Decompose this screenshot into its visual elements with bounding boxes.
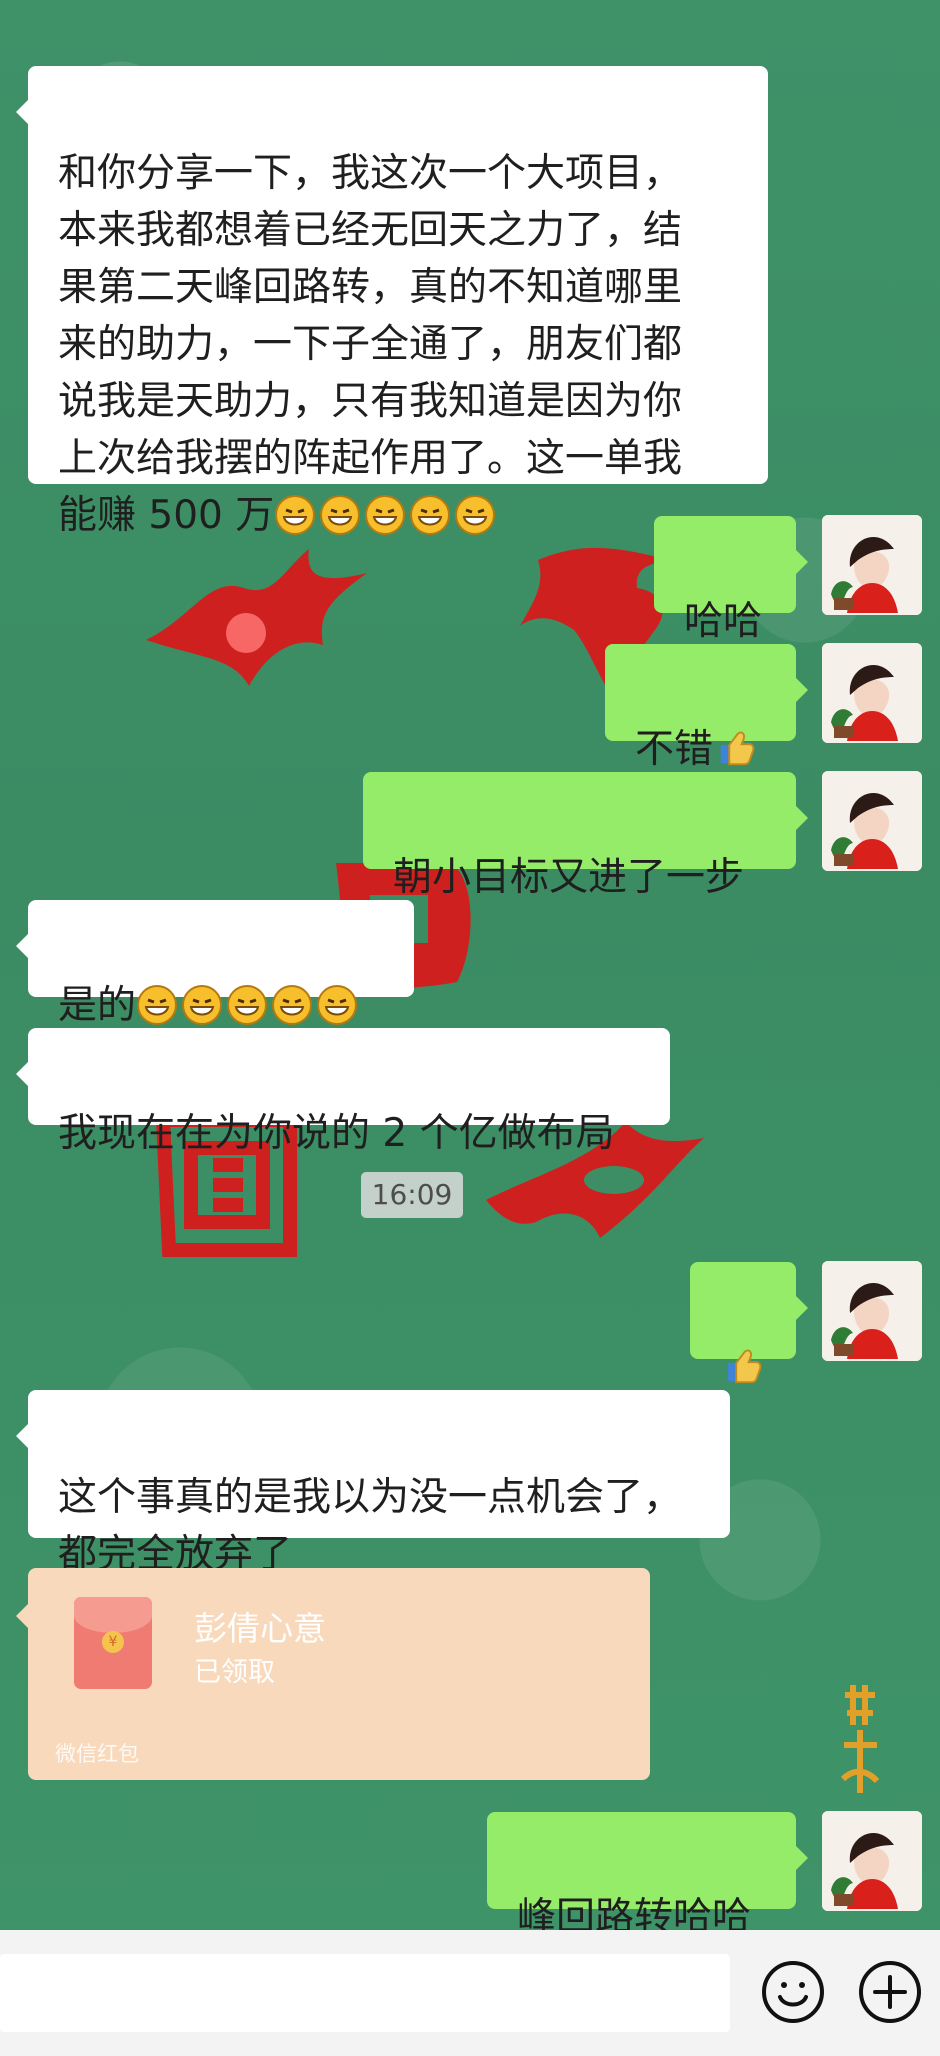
grinning-face-icon (136, 984, 178, 1026)
plus-icon[interactable] (857, 1959, 923, 2025)
grinning-face-icon (226, 984, 268, 1026)
sent-message[interactable]: 峰回路转哈哈 (487, 1812, 808, 1940)
timestamp: 16:09 (361, 1172, 463, 1218)
message-text: 我现在在为你说的 2 个亿做布局 (58, 1111, 615, 1156)
background-seal-text (840, 1685, 880, 1793)
thumbs-up-icon (720, 1344, 764, 1388)
grinning-face-icon (409, 494, 451, 536)
coin-icon: ¥ (102, 1631, 124, 1653)
message-text: 不错 (635, 727, 714, 772)
sent-message[interactable] (690, 1262, 808, 1384)
received-message[interactable]: 是的 (16, 900, 414, 1028)
avatar[interactable] (822, 643, 922, 743)
message-text: 朝小目标又进了一步 (393, 855, 745, 900)
grinning-face-icon (364, 494, 406, 536)
avatar[interactable] (822, 771, 922, 871)
received-message[interactable]: 我现在在为你说的 2 个亿做布局 (16, 1028, 670, 1156)
grinning-face-icon (454, 494, 496, 536)
message-composer (0, 1930, 940, 2056)
message-input[interactable] (0, 1954, 730, 2032)
avatar[interactable] (822, 1261, 922, 1361)
received-message[interactable]: 这个事真的是我以为没一点机会了， 都完全放弃了 (16, 1390, 730, 1577)
emoji-button-icon[interactable] (760, 1959, 826, 2025)
sent-message[interactable]: 不错 (605, 644, 808, 772)
avatar[interactable] (822, 1811, 922, 1911)
background-calligraphy (146, 549, 367, 686)
sent-message[interactable]: 朝小目标又进了一步 (363, 772, 808, 900)
red-packet-icon: ¥ (74, 1597, 152, 1689)
message-text: 和你分享一下，我这次一个大项目， 本来我都想着已经无回天之力了，结 果第二天峰回… (58, 151, 683, 538)
message-text: 哈哈 (684, 599, 763, 644)
received-message[interactable]: 和你分享一下，我这次一个大项目， 本来我都想着已经无回天之力了，结 果第二天峰回… (16, 66, 768, 538)
message-text: 是的 (58, 983, 137, 1028)
grinning-face-icon (271, 984, 313, 1026)
grinning-face-icon (319, 494, 361, 536)
grinning-face-icon (181, 984, 223, 1026)
red-packet-footer: 微信红包 (55, 1742, 139, 1766)
grinning-face-icon (316, 984, 358, 1026)
avatar[interactable] (822, 515, 922, 615)
grinning-face-icon (274, 494, 316, 536)
sent-message[interactable]: 哈哈 (654, 516, 808, 644)
red-packet-status: 已领取 (194, 1657, 275, 1688)
thumbs-up-icon (713, 726, 757, 770)
red-packet-message[interactable]: ¥ 彭倩心意 已领取 微信红包 (16, 1568, 650, 1780)
red-packet-title: 彭倩心意 (194, 1609, 326, 1648)
